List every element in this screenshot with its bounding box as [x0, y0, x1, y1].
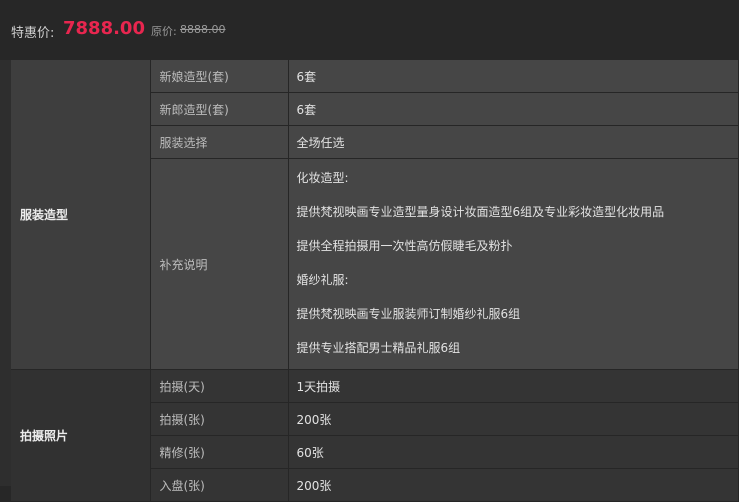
original-price-label: 原价:: [151, 25, 177, 38]
row-label: 入盘(张): [150, 468, 289, 502]
note-line: 提供梵视映画专业服装师订制婚纱礼服6组: [296, 307, 521, 321]
row-value: 全场任选: [288, 125, 739, 159]
table-row: 拍摄照片 拍摄(天) 1天拍摄: [11, 369, 739, 502]
special-price-value: 7888.00: [63, 18, 145, 39]
row-value: 6套: [288, 60, 739, 93]
row-value: 6套: [288, 92, 739, 126]
note-line: 提供梵视映画专业造型量身设计妆面造型6组及专业彩妆造型化妆用品: [296, 205, 665, 219]
supplement-notes: 化妆造型: 提供梵视映画专业造型量身设计妆面造型6组及专业彩妆造型化妆用品 提供…: [288, 158, 739, 370]
note-line: 婚纱礼服:: [296, 273, 349, 287]
row-label: 补充说明: [150, 158, 289, 370]
note-line: 提供专业搭配男士精品礼服6组: [296, 341, 461, 355]
row-label: 新娘造型(套): [150, 60, 289, 93]
package-spec-table: 服装造型 新娘造型(套) 6套 新郎造型(套) 6套 服装选择 全场任选 补充说…: [11, 60, 739, 502]
row-value: 200张: [288, 402, 739, 436]
price-bar: 特惠价: 7888.00 原价: 8888.00: [0, 0, 739, 60]
note-line: 化妆造型:: [296, 171, 349, 185]
note-line: 提供全程拍摄用一次性高仿假睫毛及粉扑: [296, 239, 513, 253]
row-label: 拍摄(天): [150, 369, 289, 403]
row-value: 1天拍摄: [288, 369, 739, 403]
table-row: 服装造型 新娘造型(套) 6套: [11, 60, 739, 370]
original-price-value: 8888.00: [180, 23, 226, 36]
row-label: 服装选择: [150, 125, 289, 159]
group-header-photos: 拍摄照片: [11, 369, 151, 502]
special-price-label: 特惠价:: [11, 26, 55, 41]
row-label: 拍摄(张): [150, 402, 289, 436]
row-label: 新郎造型(套): [150, 92, 289, 126]
group-header-styling: 服装造型: [11, 60, 151, 370]
row-label: 精修(张): [150, 435, 289, 469]
row-value: 200张: [288, 468, 739, 502]
left-edge-strip: [0, 60, 11, 486]
row-value: 60张: [288, 435, 739, 469]
